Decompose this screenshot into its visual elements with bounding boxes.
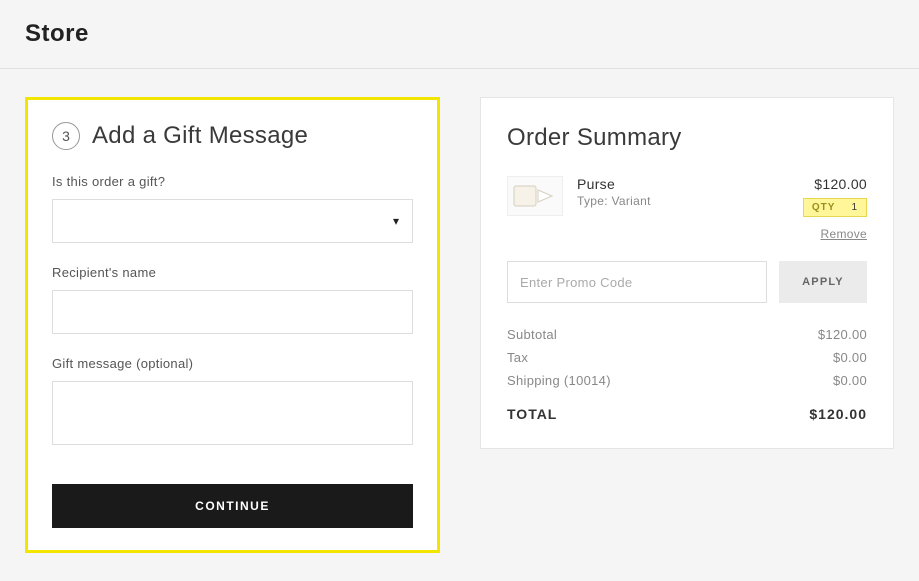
- store-header: Store: [0, 0, 919, 69]
- shipping-value: $0.00: [833, 373, 867, 388]
- total-label: TOTAL: [507, 406, 557, 422]
- checkout-content: 3 Add a Gift Message Is this order a gif…: [0, 69, 919, 581]
- is-gift-select-wrap: ▾: [52, 199, 413, 243]
- item-price: $120.00: [814, 176, 867, 192]
- step-number-circle: 3: [52, 122, 80, 150]
- remove-row: Remove: [507, 225, 867, 241]
- promo-code-input[interactable]: [507, 261, 767, 303]
- subtotal-value: $120.00: [818, 327, 867, 342]
- subtotal-label: Subtotal: [507, 327, 557, 342]
- tax-label: Tax: [507, 350, 528, 365]
- tax-row: Tax $0.00: [507, 350, 867, 365]
- recipient-field: Recipient's name: [52, 265, 413, 334]
- total-value: $120.00: [809, 406, 867, 422]
- message-textarea[interactable]: [52, 381, 413, 445]
- recipient-input[interactable]: [52, 290, 413, 334]
- qty-label: QTY: [812, 202, 836, 213]
- order-summary-title: Order Summary: [507, 124, 867, 152]
- qty-badge: QTY 1: [803, 198, 867, 217]
- continue-button[interactable]: CONTINUE: [52, 484, 413, 528]
- total-row: TOTAL $120.00: [507, 406, 867, 422]
- shipping-row: Shipping (10014) $0.00: [507, 373, 867, 388]
- is-gift-select[interactable]: [52, 199, 413, 243]
- item-right: $120.00 QTY 1: [803, 176, 867, 217]
- purse-icon: [512, 182, 558, 210]
- item-type: Type: Variant: [577, 194, 789, 208]
- step-header: 3 Add a Gift Message: [52, 122, 413, 150]
- page-title: Store: [25, 20, 894, 48]
- subtotal-row: Subtotal $120.00: [507, 327, 867, 342]
- order-summary-panel: Order Summary Purse Type: Variant $120.0…: [480, 97, 894, 449]
- recipient-label: Recipient's name: [52, 265, 413, 280]
- item-thumbnail: [507, 176, 563, 216]
- step-title: Add a Gift Message: [92, 122, 308, 150]
- gift-message-panel: 3 Add a Gift Message Is this order a gif…: [25, 97, 440, 553]
- qty-value: 1: [851, 202, 858, 213]
- tax-value: $0.00: [833, 350, 867, 365]
- shipping-label: Shipping (10014): [507, 373, 611, 388]
- apply-button[interactable]: APPLY: [779, 261, 867, 303]
- is-gift-field: Is this order a gift? ▾: [52, 174, 413, 243]
- promo-row: APPLY: [507, 261, 867, 303]
- line-item: Purse Type: Variant $120.00 QTY 1: [507, 176, 867, 217]
- is-gift-label: Is this order a gift?: [52, 174, 413, 189]
- item-name: Purse: [577, 176, 789, 192]
- message-label: Gift message (optional): [52, 356, 413, 371]
- item-info: Purse Type: Variant: [577, 176, 789, 217]
- message-field: Gift message (optional): [52, 356, 413, 450]
- remove-link[interactable]: Remove: [821, 227, 867, 241]
